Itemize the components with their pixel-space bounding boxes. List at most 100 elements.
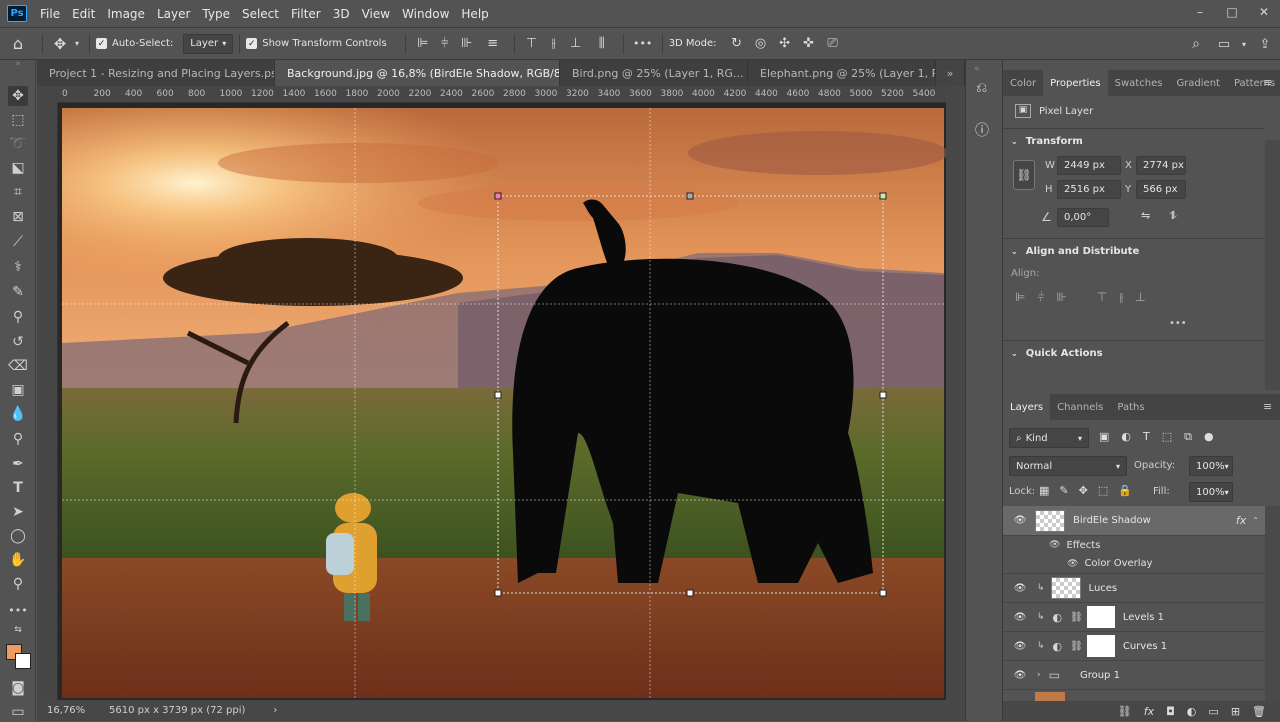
panel-menu-icon[interactable]: ≡ — [1263, 400, 1272, 413]
zoom-level[interactable]: 16,76% — [37, 705, 107, 716]
filter-smart-icon[interactable]: ⧉ — [1184, 430, 1192, 444]
dodge-tool-icon[interactable]: ⚲ — [8, 429, 28, 449]
height-field[interactable]: 2516 px — [1057, 180, 1121, 199]
move-tool-icon[interactable]: ✥ — [8, 86, 28, 106]
collapse-icon[interactable]: » — [8, 59, 28, 69]
visibility-eye-icon[interactable]: 👁 — [1013, 583, 1027, 594]
path-select-icon[interactable]: ➤ — [8, 502, 28, 522]
new-adjustment-icon[interactable]: ◐ — [1187, 705, 1197, 718]
lock-transparent-icon[interactable]: ▦ — [1039, 484, 1049, 497]
share-icon[interactable]: ⇪ — [1250, 37, 1280, 52]
tab-swatches[interactable]: Swatches — [1108, 70, 1170, 96]
new-group-icon[interactable]: ▭ — [1208, 705, 1218, 718]
minimize-button[interactable]: – — [1184, 0, 1216, 24]
width-field[interactable]: 2449 px — [1057, 156, 1121, 175]
filter-adjustment-icon[interactable]: ◐ — [1121, 430, 1131, 444]
more-options-icon[interactable]: ••• — [1169, 318, 1187, 329]
panel-menu-icon[interactable]: ≡ — [1263, 76, 1272, 89]
3d-camera-icon[interactable]: ⎚ — [821, 36, 845, 51]
layer-row-curves[interactable]: 👁 ↳ ◐ ⛓ Curves 1 — [1003, 632, 1265, 661]
menu-image[interactable]: Image — [101, 7, 151, 21]
layer-name[interactable]: Group 1 — [1080, 670, 1120, 681]
quick-mask-icon[interactable]: ◙ — [8, 678, 28, 698]
screen-mode-icon[interactable]: ▭ — [8, 702, 28, 722]
angle-field[interactable]: 0,00° — [1057, 208, 1109, 227]
x-field[interactable]: 2774 px — [1136, 156, 1186, 175]
transform-handle[interactable] — [879, 589, 887, 597]
align-right-icon[interactable]: ⊪ — [456, 36, 478, 51]
filter-type-icon[interactable]: T — [1143, 430, 1150, 444]
visibility-eye-icon[interactable]: 👁 — [1049, 540, 1060, 550]
visibility-eye-icon[interactable]: 👁 — [1013, 641, 1027, 652]
type-tool-icon[interactable]: T — [8, 478, 28, 498]
workspace-icon[interactable]: ▭ — [1210, 37, 1238, 52]
object-select-tool-icon[interactable]: ⬕ — [8, 158, 28, 178]
add-style-icon[interactable]: fx — [1144, 705, 1154, 718]
menu-view[interactable]: View — [356, 7, 396, 21]
menu-3d[interactable]: 3D — [327, 7, 356, 21]
chevron-right-icon[interactable]: › — [1037, 670, 1041, 680]
new-layer-icon[interactable]: ⊞ — [1231, 705, 1240, 718]
3d-orbit-icon[interactable]: ↻ — [725, 36, 749, 51]
tab-layers[interactable]: Layers — [1003, 394, 1051, 420]
chevron-down-icon[interactable]: ▾ — [71, 39, 83, 48]
visibility-eye-icon[interactable]: 👁 — [1013, 670, 1027, 681]
home-icon[interactable]: ⌂ — [0, 34, 36, 53]
gradient-tool-icon[interactable]: ▣ — [8, 380, 28, 400]
visibility-eye-icon[interactable]: 👁 — [1013, 612, 1027, 623]
align-hcenter-icon[interactable]: ⫩ — [434, 36, 456, 51]
chevron-up-icon[interactable]: ⌃ — [1252, 516, 1259, 525]
close-button[interactable]: ✕ — [1248, 0, 1280, 24]
link-layers-icon[interactable]: ⛓ — [1118, 705, 1132, 718]
brush-tool-icon[interactable]: ✎ — [8, 282, 28, 302]
opacity-field[interactable]: 100% ▾ — [1189, 456, 1233, 476]
collapse-icon[interactable]: « — [974, 64, 980, 74]
auto-select-checkbox[interactable]: ✓ — [96, 38, 107, 49]
marquee-tool-icon[interactable]: ⬚ — [8, 110, 28, 130]
transform-handle[interactable] — [879, 391, 887, 399]
link-icon[interactable]: ⛓ — [1013, 160, 1035, 190]
layer-row-birdele-shadow[interactable]: 👁 BirdEle Shadow fx ⌃ — [1003, 506, 1265, 536]
delete-layer-icon[interactable]: 🗑 — [1252, 705, 1266, 718]
document-canvas[interactable] — [58, 103, 946, 700]
layer-name[interactable]: Luces — [1089, 583, 1118, 594]
mask-link-icon[interactable]: ⛓ — [1070, 612, 1083, 623]
align-right-icon[interactable]: ⊪ — [1056, 290, 1066, 305]
transform-handle[interactable] — [494, 192, 502, 200]
tab-channels[interactable]: Channels — [1050, 394, 1110, 420]
flip-horizontal-icon[interactable]: ⇋ — [1141, 209, 1150, 222]
color-overlay-row[interactable]: 👁 Color Overlay — [1003, 554, 1265, 574]
tab-paths[interactable]: Paths — [1110, 394, 1151, 420]
layer-row-levels[interactable]: 👁 ↳ ◐ ⛓ Levels 1 — [1003, 603, 1265, 632]
menu-file[interactable]: File — [34, 7, 66, 21]
filter-toggle-icon[interactable]: ● — [1204, 430, 1214, 444]
lock-position-icon[interactable]: ✥ — [1079, 484, 1088, 497]
eyedropper-tool-icon[interactable]: ⟋ — [8, 232, 28, 252]
tab-bird[interactable]: Bird.png @ 25% (Layer 1, RG...✕ — [560, 60, 748, 86]
transform-handle[interactable] — [494, 589, 502, 597]
menu-help[interactable]: Help — [455, 7, 494, 21]
mask-link-icon[interactable]: ⛓ — [1070, 641, 1083, 652]
align-bottom-icon[interactable]: ⊥ — [1135, 290, 1145, 305]
layers-scrollbar[interactable] — [1265, 506, 1280, 701]
y-field[interactable]: 566 px — [1136, 180, 1186, 199]
zoom-tool-icon[interactable]: ⚲ — [8, 574, 28, 594]
chevron-down-icon[interactable]: ▾ — [1238, 40, 1250, 49]
background-color-swatch[interactable] — [15, 653, 31, 669]
blur-tool-icon[interactable]: 💧 — [8, 404, 28, 424]
healing-brush-icon[interactable]: ⚕ — [8, 257, 28, 277]
fill-field[interactable]: 100% ▾ — [1189, 482, 1233, 502]
info-icon[interactable]: ⓘ — [975, 120, 989, 140]
search-icon[interactable]: ⌕ — [1182, 36, 1210, 52]
align-vcenter-icon[interactable]: ⫲ — [1119, 290, 1123, 305]
fx-badge[interactable]: fx — [1236, 514, 1246, 527]
lock-pixels-icon[interactable]: ✎ — [1059, 484, 1068, 497]
tab-gradient[interactable]: Gradient — [1169, 70, 1227, 96]
distribute-vertical-icon[interactable]: ⫼ — [587, 36, 617, 51]
layer-name[interactable]: Curves 1 — [1123, 641, 1167, 652]
align-hcenter-icon[interactable]: ⫩ — [1037, 290, 1044, 305]
menu-window[interactable]: Window — [396, 7, 455, 21]
3d-pan-icon[interactable]: ✣ — [773, 36, 797, 51]
pen-tool-icon[interactable]: ✒ — [8, 454, 28, 474]
move-tool-icon[interactable]: ✥ — [49, 35, 71, 53]
